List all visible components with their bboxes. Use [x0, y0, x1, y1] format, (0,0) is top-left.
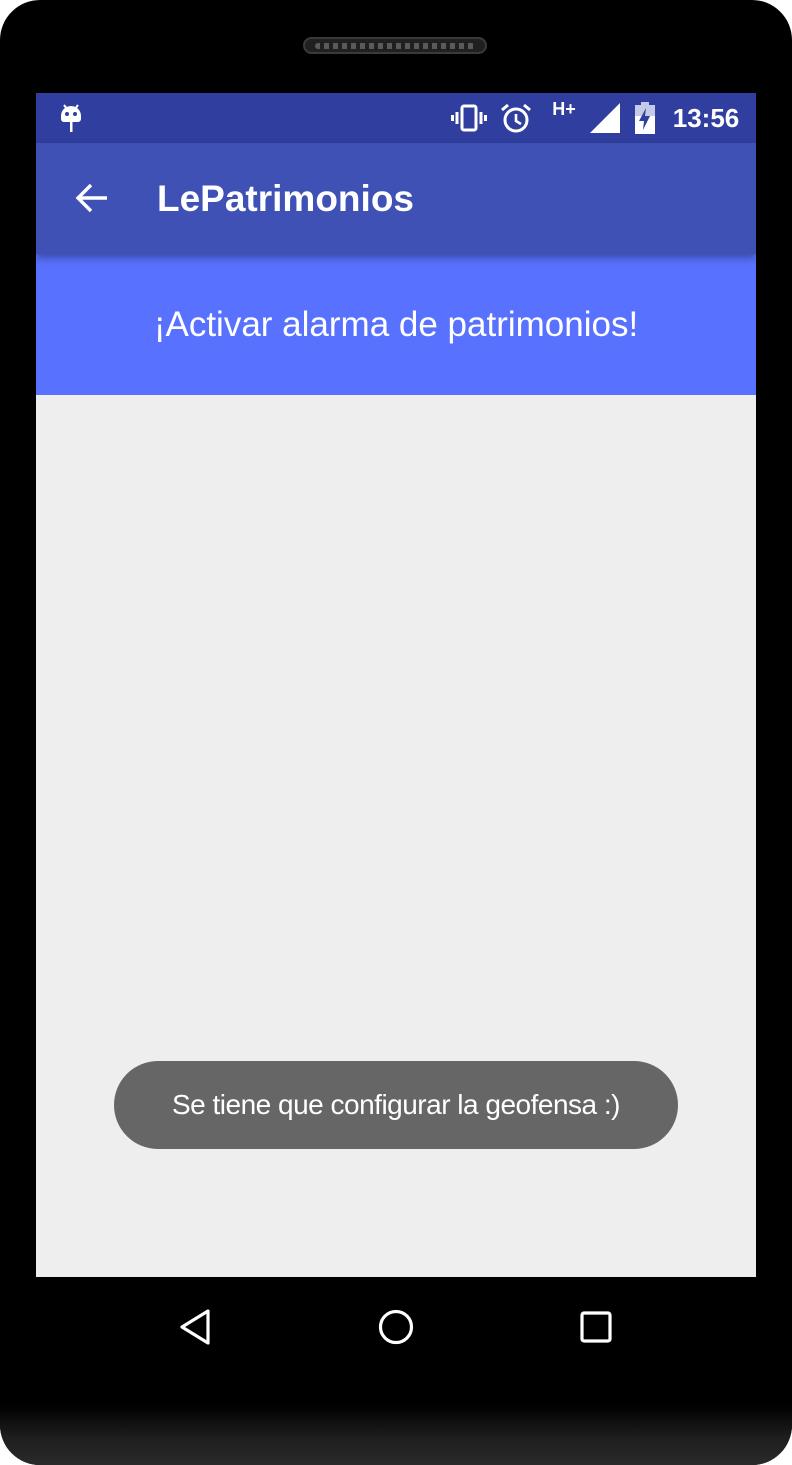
back-triangle-icon [180, 1309, 210, 1345]
activate-alarm-button[interactable]: ¡Activar alarma de patrimonios! [36, 254, 756, 395]
battery-charging-icon [632, 93, 658, 143]
nav-back-button[interactable] [166, 1297, 226, 1357]
status-clock: 13:56 [672, 102, 740, 133]
earpiece-speaker [303, 37, 487, 54]
screen: H+ 13:56 LePatrimonios ¡Activar alarma d… [36, 93, 756, 1277]
nav-home-button[interactable] [366, 1297, 426, 1357]
back-button[interactable] [60, 170, 124, 226]
alarm-clock-icon [498, 93, 534, 143]
android-debug-icon [56, 93, 86, 143]
signal-icon [588, 93, 622, 143]
network-type-label: H+ [552, 99, 576, 119]
navigation-bar [36, 1277, 756, 1377]
vibrate-icon [450, 93, 488, 143]
recents-square-icon [580, 1311, 612, 1343]
toast-message: Se tiene que configurar la geofensa :) [114, 1061, 678, 1149]
home-circle-icon [378, 1309, 414, 1345]
nav-recents-button[interactable] [566, 1297, 626, 1357]
phone-frame: H+ 13:56 LePatrimonios ¡Activar alarma d… [0, 0, 792, 1465]
arrow-back-icon [75, 183, 107, 213]
app-bar: LePatrimonios [36, 143, 756, 254]
app-title: LePatrimonios [157, 177, 414, 219]
status-bar: H+ 13:56 [36, 93, 756, 143]
phone-frame-bottom [0, 1405, 792, 1465]
